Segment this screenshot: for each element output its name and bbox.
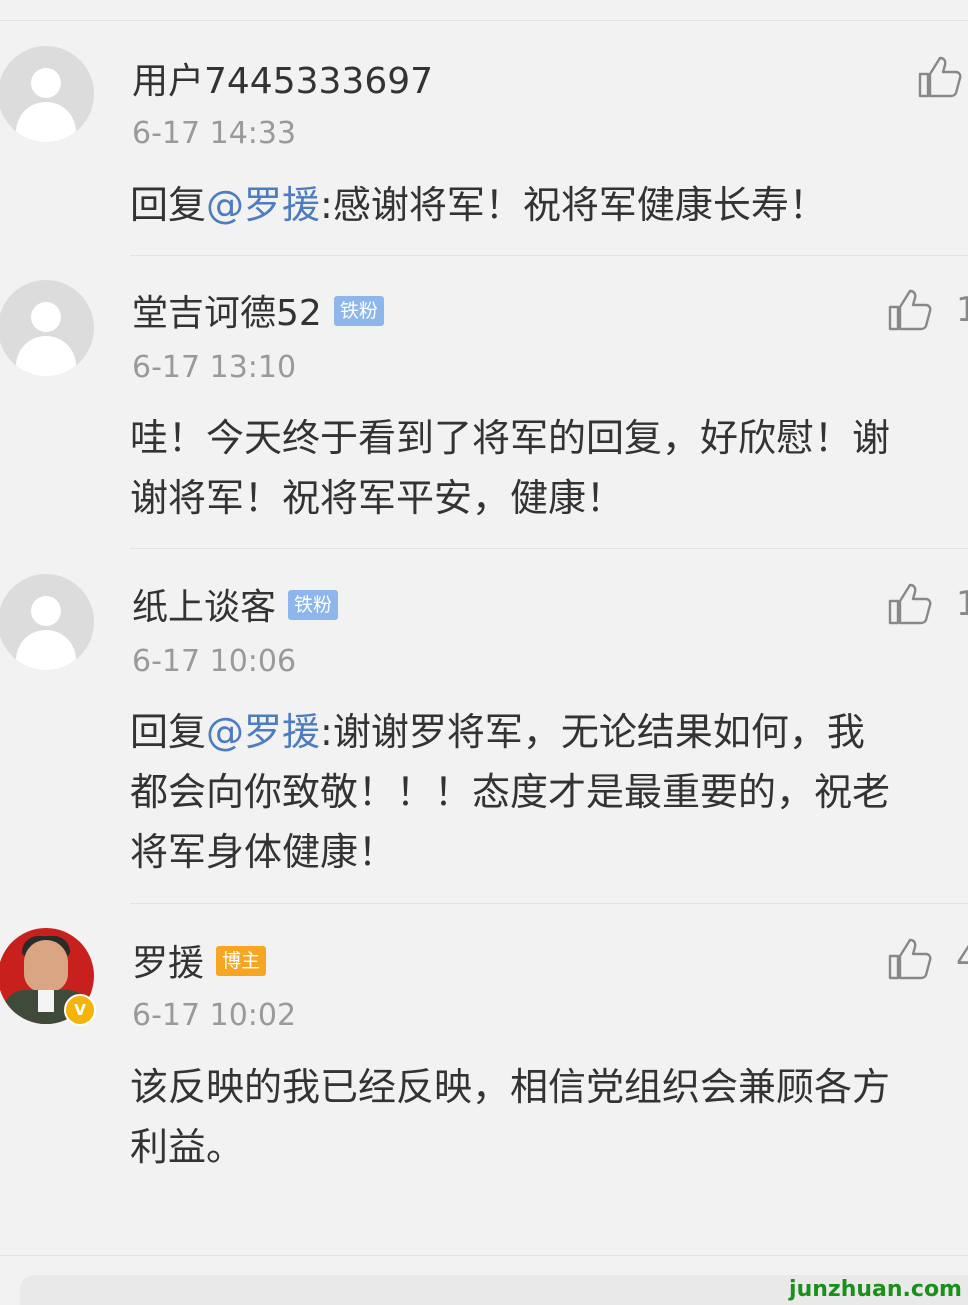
comment-body: 回复@罗援:谢谢罗将军，无论结果如何，我 都会向你致敬！！！态度才是最重要的，祝… [130,702,968,882]
comment-line: :谢谢罗将军，无论结果如何，我 [320,710,865,754]
comment-time: 6-17 13:10 [132,350,297,385]
thumbs-up-icon[interactable] [886,936,932,982]
comment-divider [130,903,968,904]
commenter-name[interactable]: 罗援 博主 [132,934,267,986]
avatar[interactable] [0,574,94,670]
avatar[interactable] [0,280,94,376]
comment-line: 谢将军！祝将军平安，健康！ [130,476,625,520]
comment-line: 都会向你致敬！！！态度才是最重要的，祝老 [130,770,891,814]
fan-badge: 铁粉 [333,296,384,326]
comment-line: 哇！今天终于看到了将军的回复，好欣慰！谢 [130,416,891,460]
mention-link[interactable]: @罗援 [206,710,320,754]
comment-body: 哇！今天终于看到了将军的回复，好欣慰！谢 谢将军！祝将军平安，健康！ [130,408,968,528]
host-badge: 博主 [216,946,267,976]
verified-v-icon: V [64,994,96,1026]
comment-body: 回复@罗援:感谢将军！祝将军健康长寿！ [130,175,968,235]
comment-line: 将军身体健康！ [130,830,397,874]
mention-link[interactable]: @罗援 [206,183,320,227]
commenter-name[interactable]: 纸上谈客 铁粉 [132,578,339,630]
commenter-name-text[interactable]: 罗援 [132,943,204,984]
thumbs-up-icon[interactable] [916,54,962,100]
comment-body: 该反映的我已经反映，相信党组织会兼顾各方 利益。 [130,1057,968,1177]
thumbs-up-icon[interactable] [886,287,932,333]
commenter-name-text[interactable]: 堂吉诃德52 [132,293,322,334]
comment-time: 6-17 14:33 [132,116,297,151]
like-count: 4 [956,939,968,979]
comment-divider [130,255,968,256]
bottom-divider [0,1255,968,1256]
comment-time: 6-17 10:06 [132,644,297,679]
comment-line: 该反映的我已经反映，相信党组织会兼顾各方 [130,1065,891,1109]
comment-line: :感谢将军！祝将军健康长寿！ [320,183,827,227]
reply-prefix: 回复 [130,183,207,227]
avatar[interactable] [0,46,94,142]
commenter-name[interactable]: 用户7445333697 [132,52,433,104]
thumbs-up-icon[interactable] [886,581,932,627]
reply-prefix: 回复 [130,710,207,754]
commenter-name-text[interactable]: 纸上谈客 [132,587,276,628]
like-count: 1 [956,584,968,624]
comment-divider [130,548,968,549]
fan-badge: 铁粉 [288,590,339,620]
commenter-name-text[interactable]: 用户7445333697 [132,61,433,102]
top-divider [0,20,968,21]
like-count: 1 [956,290,968,330]
comment-line: 利益。 [130,1125,245,1169]
watermark: junzhuan.com [789,1277,962,1302]
commenter-name[interactable]: 堂吉诃德52 铁粉 [132,284,384,336]
comment-time: 6-17 10:02 [132,998,297,1033]
